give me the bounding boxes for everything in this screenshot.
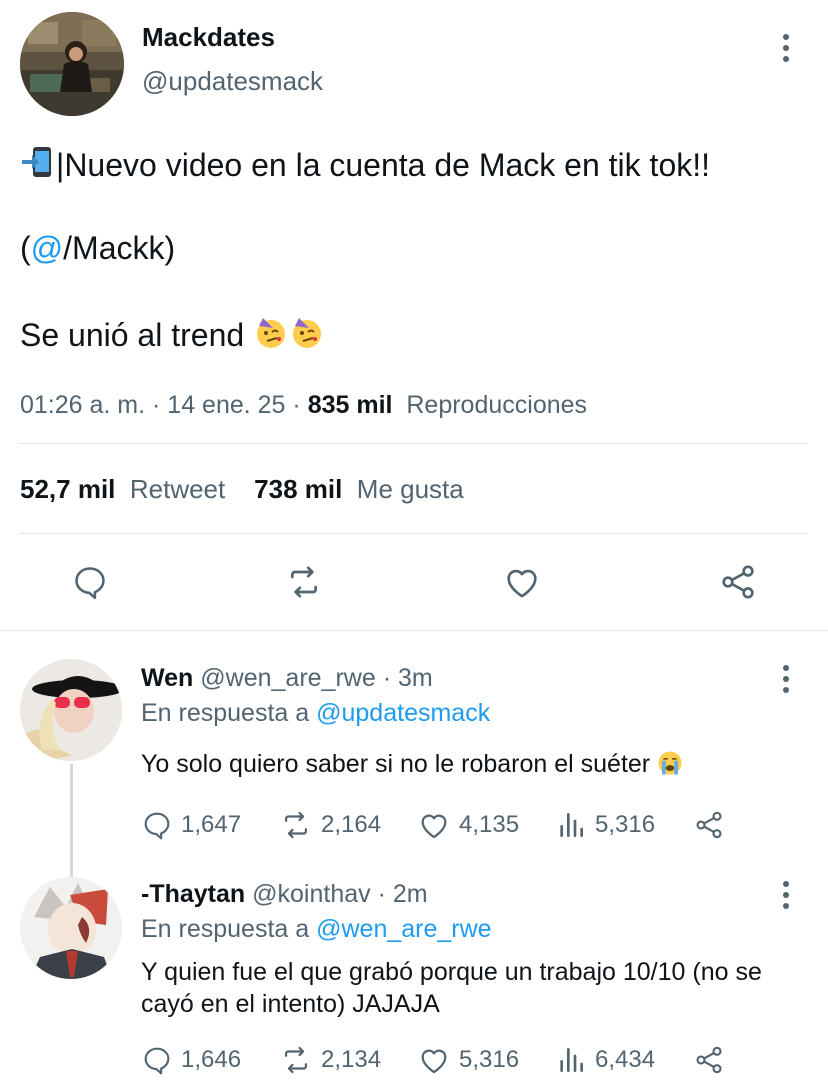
reply-author-name[interactable]: -Thaytan	[141, 880, 245, 908]
reply-actions: 1,646 2,134 5,316 6,434	[141, 1042, 725, 1078]
reply-text: Yo solo quiero saber si no le robaron el…	[141, 748, 811, 784]
reply-retweet-button[interactable]: 2,164	[279, 808, 417, 842]
retweet-count: 2,134	[321, 1046, 382, 1073]
reply-actions: 1,647 2,164 4,135 5,316	[141, 807, 725, 843]
share-icon	[722, 565, 754, 599]
retweets-count[interactable]: 52,7 mil	[20, 474, 115, 504]
reply-icon	[144, 1047, 170, 1075]
reply-context-mention[interactable]: @updatesmack	[316, 699, 490, 727]
reply-comment-button[interactable]: 1,647	[141, 809, 279, 841]
divider	[20, 443, 808, 444]
reply-share-button[interactable]	[693, 809, 725, 841]
reply-author-name[interactable]: Wen	[141, 664, 193, 692]
reply-icon	[75, 567, 105, 600]
like-count: 4,135	[459, 811, 520, 838]
reply-context-prefix: En respuesta a	[141, 699, 310, 727]
reply-header: Wen @wen_are_rwe · 3m	[141, 662, 433, 694]
divider	[0, 630, 828, 631]
share-icon	[696, 811, 722, 839]
tweet-stats: 52,7 mil Retweet 738 mil Me gusta	[20, 472, 464, 506]
crying-face-emoji	[657, 750, 683, 784]
retweet-icon	[284, 811, 308, 839]
reply-context-prefix: En respuesta a	[141, 915, 310, 943]
reply-age: · 2m	[377, 880, 428, 908]
likes-label[interactable]: Me gusta	[357, 474, 464, 504]
reply-author-handle[interactable]: @kointhav	[252, 880, 371, 908]
tweet-time[interactable]: 01:26 a. m.	[20, 391, 145, 419]
reply-like-button[interactable]: 5,316	[417, 1043, 555, 1077]
reply-context: En respuesta a @wen_are_rwe	[141, 913, 492, 945]
comment-count: 1,646	[181, 1046, 242, 1073]
like-icon	[421, 814, 447, 839]
views-icon	[560, 1048, 583, 1072]
reply-views-button[interactable]: 6,434	[555, 1044, 693, 1076]
view-count: 6,434	[595, 1046, 656, 1073]
reply-author-handle[interactable]: @wen_are_rwe	[200, 664, 375, 692]
tweet-text-3: Se unió al trend	[20, 317, 245, 353]
retweet-icon	[291, 566, 317, 598]
tweet-line-1: |Nuevo video en la cuenta de Mack en tik…	[20, 144, 710, 189]
party-face-emoji	[253, 314, 289, 359]
author-handle[interactable]: @updatesmack	[142, 66, 323, 97]
phone-arrow-emoji	[20, 144, 56, 189]
reply-button[interactable]	[68, 560, 112, 604]
meta-separator: ·	[145, 391, 168, 419]
like-button[interactable]	[500, 560, 544, 604]
likes-count[interactable]: 738 mil	[254, 474, 342, 504]
more-icon[interactable]	[782, 881, 790, 909]
reply-context-mention[interactable]: @wen_are_rwe	[316, 915, 491, 943]
retweet-count: 2,164	[321, 811, 382, 838]
reply-icon	[144, 812, 170, 840]
reply-avatar[interactable]	[20, 659, 122, 761]
tweet-date[interactable]: 14 ene. 25	[167, 391, 285, 419]
share-icon	[696, 1046, 722, 1074]
views-count: 835 mil	[307, 391, 393, 419]
tweet-text-1: |Nuevo video en la cuenta de Mack en tik…	[56, 147, 711, 183]
tweet-paren: (	[20, 230, 31, 266]
thread-line	[70, 764, 73, 878]
view-count: 5,316	[595, 811, 656, 838]
more-icon[interactable]	[782, 665, 790, 693]
reply-age: · 3m	[382, 664, 433, 692]
tweet-line-2: (@/Mackk)	[20, 228, 175, 268]
views-icon	[560, 813, 583, 837]
mention-at[interactable]: @	[31, 230, 63, 266]
reply-context: En respuesta a @updatesmack	[141, 697, 490, 729]
tweet-mention-rest: /Mackk)	[63, 230, 176, 266]
more-icon[interactable]	[782, 34, 790, 62]
reply-comment-button[interactable]: 1,646	[141, 1044, 279, 1076]
author-avatar[interactable]	[20, 12, 124, 116]
share-button[interactable]	[716, 560, 760, 604]
reply-text: Y quien fue el que grabó porque un traba…	[141, 958, 762, 1018]
retweet-button[interactable]	[282, 560, 326, 604]
reply-text-content: Yo solo quiero saber si no le robaron el…	[141, 750, 651, 778]
party-face-emoji	[289, 314, 325, 359]
like-icon	[507, 569, 537, 598]
comment-count: 1,647	[181, 811, 242, 838]
like-icon	[421, 1049, 447, 1074]
like-count: 5,316	[459, 1046, 520, 1073]
reply-share-button[interactable]	[693, 1044, 725, 1076]
retweets-label[interactable]: Retweet	[130, 474, 225, 504]
reply-like-button[interactable]: 4,135	[417, 808, 555, 842]
tweet-line-3: Se unió al trend	[20, 314, 325, 359]
views-label: Reproducciones	[406, 391, 588, 419]
reply-views-button[interactable]: 5,316	[555, 809, 693, 841]
retweet-icon	[284, 1046, 308, 1074]
tweet-meta: 01:26 a. m. · 14 ene. 25 · 835 mil Repro…	[20, 388, 587, 422]
divider	[20, 533, 808, 534]
reply-avatar[interactable]	[20, 877, 122, 979]
reply-header: -Thaytan @kointhav · 2m	[141, 878, 428, 910]
author-name[interactable]: Mackdates	[142, 22, 275, 53]
meta-separator: ·	[285, 391, 308, 419]
reply-retweet-button[interactable]: 2,134	[279, 1043, 417, 1077]
